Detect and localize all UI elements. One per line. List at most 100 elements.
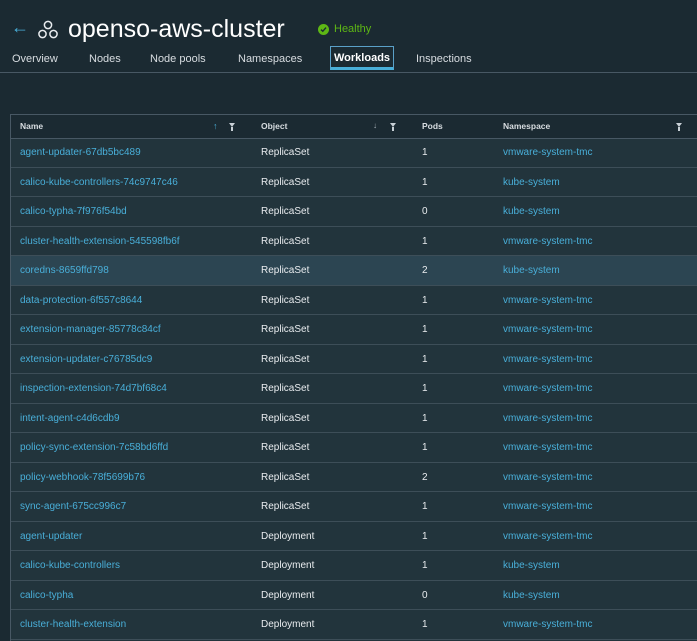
workload-pod-count: 0	[422, 206, 428, 217]
table-row[interactable]: policy-webhook-78f5699b76 ReplicaSet 2 vmwa…	[11, 463, 697, 492]
table-row[interactable]: calico-typha Deployment 0 kube-system	[11, 581, 697, 610]
workload-name-link[interactable]: policy-sync-extension-7c58bd6ffd	[20, 433, 168, 462]
workload-namespace-link[interactable]: vmware-system-tmc	[503, 315, 592, 344]
workload-name-link[interactable]: sync-agent-675cc996c7	[20, 492, 126, 521]
filter-icon[interactable]	[229, 123, 235, 131]
table-row[interactable]: sync-agent-675cc996c7 ReplicaSet 1 vmware-s…	[11, 492, 697, 522]
workload-pod-count: 1	[422, 324, 428, 335]
status-badge: Healthy	[318, 23, 371, 35]
workload-object-type: ReplicaSet	[261, 412, 310, 424]
workload-pod-count: 2	[422, 471, 428, 483]
workload-name-link[interactable]: agent-updater-67db5bc489	[20, 138, 141, 167]
table-row[interactable]: coredns-8659ffd798 ReplicaSet 2 kube-system	[11, 256, 697, 286]
table-row[interactable]: inspection-extension-74d7bf68c4 ReplicaSe…	[11, 374, 697, 404]
check-circle-icon	[318, 23, 329, 35]
table-row[interactable]: extension-updater-c76785dc9 ReplicaSet 1 vm…	[11, 345, 697, 374]
workload-object-type: ReplicaSet	[261, 176, 310, 188]
table-row[interactable]: cluster-health-extension Deployment 1 vmwar…	[11, 610, 697, 640]
workload-namespace-link[interactable]: vmware-system-tmc	[503, 138, 592, 167]
back-arrow-icon[interactable]: ←	[11, 17, 29, 37]
column-header-namespace[interactable]: Namespace	[503, 115, 550, 138]
table-row[interactable]: calico-kube-controllers-74c9747c46 Replic…	[11, 168, 697, 197]
workload-namespace-link[interactable]: vmware-system-tmc	[503, 345, 592, 374]
workload-name-link[interactable]: policy-webhook-78f5699b76	[20, 463, 145, 492]
workload-namespace-link[interactable]: vmware-system-tmc	[503, 404, 592, 433]
workload-object-type: ReplicaSet	[261, 383, 310, 394]
workload-pod-count: 1	[422, 412, 428, 424]
table-row[interactable]: intent-agent-c4d6cdb9 ReplicaSet 1 vmware-s…	[11, 404, 697, 433]
table-row[interactable]: agent-updater Deployment 1 vmware-system-tm…	[11, 522, 697, 551]
workload-object-type: ReplicaSet	[261, 442, 310, 453]
column-header-name[interactable]: Name	[20, 115, 43, 138]
workload-namespace-link[interactable]: vmware-system-tmc	[503, 433, 592, 462]
column-header-object[interactable]: Object	[261, 115, 287, 138]
workload-namespace-link[interactable]: vmware-system-tmc	[503, 463, 592, 492]
workload-object-type: Deployment	[261, 530, 315, 542]
workload-pod-count: 1	[422, 530, 428, 542]
workload-name-link[interactable]: agent-updater	[20, 522, 82, 551]
workload-name-link[interactable]: cluster-health-extension-545598fb6f	[20, 227, 180, 256]
table-row[interactable]: cluster-health-extension-545598fb6f Repli…	[11, 227, 697, 256]
workload-namespace-link[interactable]: vmware-system-tmc	[503, 286, 592, 315]
table-row[interactable]: agent-updater-67db5bc489 ReplicaSet 1 vmwar…	[11, 138, 697, 168]
workload-object-type: ReplicaSet	[261, 147, 310, 158]
tab-nodes[interactable]: Nodes	[89, 48, 121, 70]
tab-inspections[interactable]: Inspections	[416, 48, 472, 70]
workload-namespace-link[interactable]: kube-system	[503, 581, 560, 610]
workload-object-type: ReplicaSet	[261, 324, 310, 335]
workload-object-type: Deployment	[261, 589, 315, 601]
table-row[interactable]: extension-manager-85778c84cf ReplicaSet 1 v…	[11, 315, 697, 345]
workload-object-type: ReplicaSet	[261, 501, 310, 512]
workload-name-link[interactable]: cluster-health-extension	[20, 610, 126, 639]
workload-pod-count: 1	[422, 383, 428, 394]
workload-namespace-link[interactable]: kube-system	[503, 551, 560, 580]
workload-pod-count: 1	[422, 353, 428, 365]
workload-namespace-link[interactable]: vmware-system-tmc	[503, 522, 592, 551]
tab-workloads[interactable]: Workloads	[330, 46, 395, 70]
tab-overview[interactable]: Overview	[12, 48, 58, 70]
workload-namespace-link[interactable]: vmware-system-tmc	[503, 374, 592, 403]
workload-namespace-link[interactable]: vmware-system-tmc	[503, 610, 592, 639]
workload-name-link[interactable]: calico-kube-controllers-74c9747c46	[20, 168, 178, 197]
workloads-table: Name ↑ Object ↓ Pods Namespace agent-upd…	[10, 114, 697, 641]
workload-pod-count: 1	[422, 442, 428, 453]
workload-name-link[interactable]: extension-updater-c76785dc9	[20, 345, 152, 374]
workload-object-type: ReplicaSet	[261, 206, 310, 217]
workload-object-type: Deployment	[261, 619, 315, 630]
table-header: Name ↑ Object ↓ Pods Namespace	[11, 115, 697, 139]
workload-name-link[interactable]: extension-manager-85778c84cf	[20, 315, 161, 344]
tab-node-pools[interactable]: Node pools	[150, 48, 206, 70]
workload-pod-count: 1	[422, 176, 428, 188]
workload-name-link[interactable]: intent-agent-c4d6cdb9	[20, 404, 120, 433]
page-title: openso-aws-cluster	[68, 15, 285, 43]
tab-namespaces[interactable]: Namespaces	[238, 48, 302, 70]
sort-asc-icon[interactable]: ↑	[213, 121, 218, 131]
workload-object-type: ReplicaSet	[261, 235, 310, 247]
workload-object-type: ReplicaSet	[261, 265, 310, 276]
table-row[interactable]: policy-sync-extension-7c58bd6ffd ReplicaS…	[11, 433, 697, 463]
workload-namespace-link[interactable]: vmware-system-tmc	[503, 227, 592, 256]
sort-desc-icon[interactable]: ↓	[373, 121, 377, 130]
workload-pod-count: 2	[422, 265, 428, 276]
workload-namespace-link[interactable]: kube-system	[503, 256, 560, 285]
workload-pod-count: 1	[422, 147, 428, 158]
workload-namespace-link[interactable]: vmware-system-tmc	[503, 492, 592, 521]
workload-namespace-link[interactable]: kube-system	[503, 197, 560, 226]
workload-name-link[interactable]: calico-kube-controllers	[20, 551, 120, 580]
column-header-pods[interactable]: Pods	[422, 115, 443, 138]
table-row[interactable]: calico-kube-controllers Deployment 1 kube-s…	[11, 551, 697, 581]
workload-name-link[interactable]: inspection-extension-74d7bf68c4	[20, 374, 167, 403]
table-row[interactable]: data-protection-6f557c8644 ReplicaSet 1 vmw…	[11, 286, 697, 315]
table-row[interactable]: calico-typha-7f976f54bd ReplicaSet 0 kube-s…	[11, 197, 697, 227]
workload-name-link[interactable]: calico-typha	[20, 581, 73, 610]
workload-object-type: ReplicaSet	[261, 353, 310, 365]
workload-pod-count: 1	[422, 560, 428, 571]
workload-namespace-link[interactable]: kube-system	[503, 168, 560, 197]
workload-pod-count: 1	[422, 235, 428, 247]
workload-pod-count: 1	[422, 619, 428, 630]
workload-name-link[interactable]: data-protection-6f557c8644	[20, 286, 142, 315]
workload-name-link[interactable]: calico-typha-7f976f54bd	[20, 197, 127, 226]
filter-icon[interactable]	[676, 123, 682, 131]
workload-name-link[interactable]: coredns-8659ffd798	[20, 256, 109, 285]
filter-icon[interactable]	[390, 123, 396, 131]
